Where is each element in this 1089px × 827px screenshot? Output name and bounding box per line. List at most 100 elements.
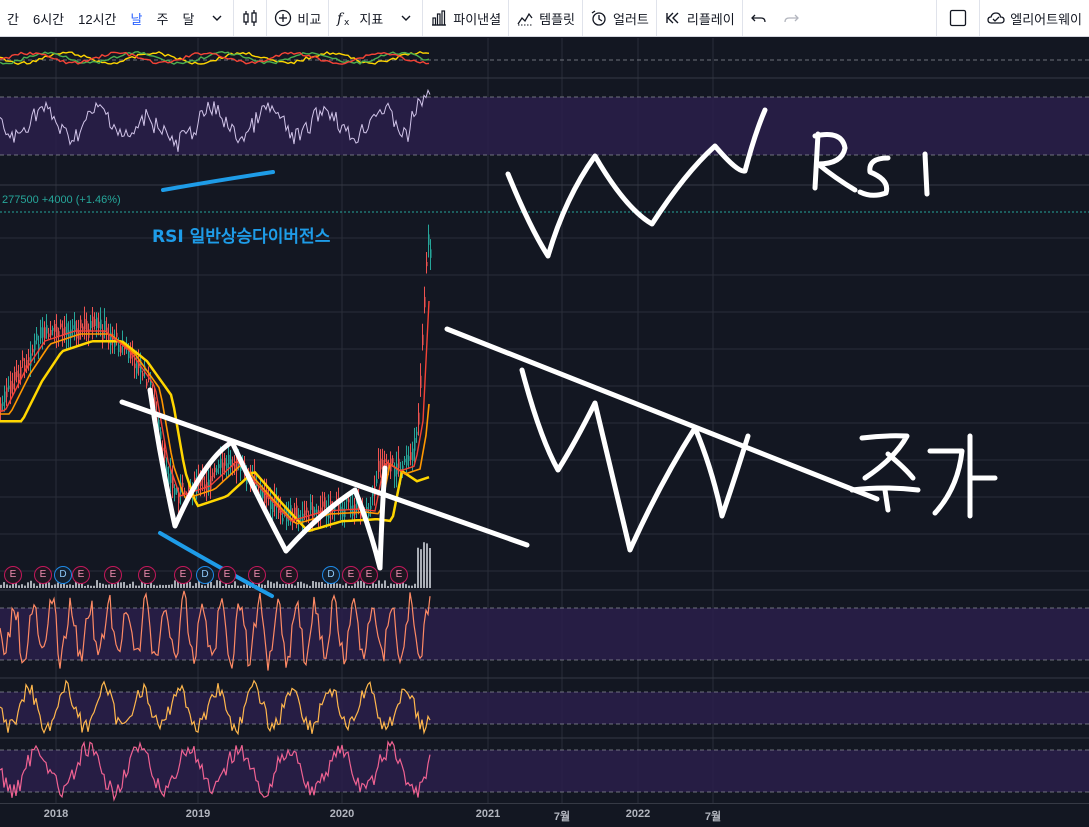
interval-dropdown[interactable] [201,0,233,36]
candle-body [406,454,408,466]
earnings-badge[interactable]: E [138,566,156,584]
volume-bar [264,584,266,588]
candle-body [90,320,92,329]
time-axis-label: 7월 [704,811,722,823]
earnings-badge[interactable]: E [104,566,122,584]
compare-button[interactable]: 비교 [267,0,328,36]
fx-icon: fx [336,9,354,27]
bar-chart-icon [430,9,448,27]
volume-bar [216,580,218,588]
alert-button[interactable]: 얼러트 [583,0,656,36]
candle-body [98,321,100,329]
candle-body [116,332,118,338]
interval-4h[interactable]: 간 [0,0,26,36]
volume-bar [231,584,233,588]
chart-area[interactable]: 277500 +4000 (+1.46%) RSI 일반상승다이버전스 EEDE… [0,38,1089,803]
dividend-badge[interactable]: D [54,566,72,584]
volume-bar [204,585,206,588]
candlestick-icon [241,9,259,27]
undo-button[interactable] [743,0,775,36]
volume-bar [81,583,83,588]
oscillator-band-2 [0,692,1089,724]
candle-body [32,349,34,353]
candle-body [416,431,418,435]
volume-bar [105,584,107,588]
volume-bar [69,584,71,588]
earnings-badge[interactable]: E [72,566,90,584]
candle-body [96,317,98,328]
candlesticks [0,224,432,532]
candle-body [12,383,14,390]
templates-button[interactable]: 템플릿 [509,0,582,36]
candle-body [52,327,54,331]
chevron-down-icon [208,9,226,27]
dividend-badge[interactable]: D [196,566,214,584]
candle-body [164,450,166,459]
redo-button[interactable] [775,0,807,36]
candle-body [172,477,174,489]
candle-body [40,327,42,339]
dividend-badge[interactable]: D [322,566,340,584]
volume-bar [111,583,113,588]
financials-button[interactable]: 파이낸셜 [423,0,508,36]
volume-bar [120,582,122,588]
volume-bar [267,580,269,588]
interval-day[interactable]: 날 [124,0,150,36]
volume-bar [192,585,194,588]
candle-body [16,370,18,378]
candle-body [22,357,24,362]
replay-button[interactable]: 리플레이 [657,0,742,36]
candle-body [304,510,306,516]
fullscreen-button[interactable] [937,0,979,36]
earnings-badge[interactable]: E [34,566,52,584]
interval-month[interactable]: 달 [175,0,201,36]
chart-canvas[interactable] [0,38,1089,803]
time-axis[interactable]: 2018 2019 2020 2021 7월 2022 7월 [0,803,1089,827]
candle-body [394,468,396,477]
chart-type-button[interactable] [234,0,266,36]
earnings-badge[interactable]: E [218,566,236,584]
handwritten-annotations[interactable] [119,107,998,571]
volume-bar [336,583,338,588]
interval-6h[interactable]: 6시간 [26,0,71,36]
volume-bar [93,585,95,588]
earnings-badge[interactable]: E [280,566,298,584]
candle-body [324,497,326,508]
candle-body [80,319,82,328]
candle-body [322,501,324,507]
candle-body [60,323,62,328]
interval-week[interactable]: 주 [149,0,175,36]
indicators-dropdown[interactable] [390,0,422,36]
earnings-badge[interactable]: E [390,566,408,584]
earnings-badge[interactable]: E [174,566,192,584]
volume-bar [315,581,317,588]
last-price-value: 277500 [2,194,39,206]
candle-body [262,492,264,499]
volume-bar [240,585,242,588]
candle-body [216,468,218,473]
cloud-save-button[interactable]: 엘리어트웨이 [980,0,1089,36]
earnings-badge[interactable]: E [248,566,266,584]
candle-body [308,516,310,520]
square-icon [949,9,967,27]
candle-body [82,326,84,330]
candle-body [376,479,378,484]
volume-bar [378,580,380,588]
indicators-button[interactable]: fx 지표 [329,0,390,36]
candle-body [314,509,316,513]
earnings-badge[interactable]: E [342,566,360,584]
candle-body [340,506,342,512]
rsi-divergence-line[interactable] [161,170,275,192]
volume-bar [351,585,353,588]
volume-bar [234,581,236,588]
korean-handwriting-ju [849,433,921,513]
candle-body [118,344,120,353]
time-axis-label: 2020 [329,808,355,820]
divergence-annotation-label[interactable]: RSI 일반상승다이버전스 [152,222,330,247]
volume-bar [426,543,428,588]
candle-body [212,472,214,478]
interval-12h[interactable]: 12시간 [71,0,123,36]
earnings-badge[interactable]: E [4,566,22,584]
earnings-badge[interactable]: E [360,566,378,584]
candle-body [174,488,176,495]
